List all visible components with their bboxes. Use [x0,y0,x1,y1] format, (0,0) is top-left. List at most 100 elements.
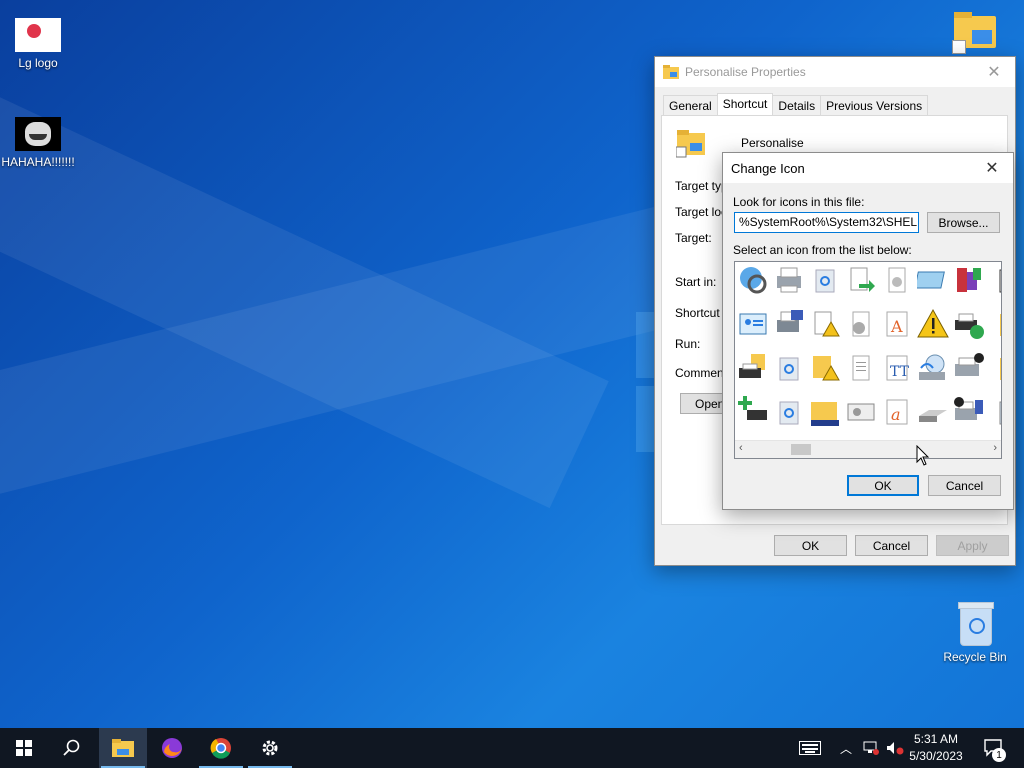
clock-time: 5:31 AM [913,732,959,746]
file-explorer-icon [112,739,134,757]
printer-icon[interactable] [771,262,807,298]
scroll-thumb[interactable] [791,444,811,455]
opentype-font-icon[interactable]: a [879,394,915,430]
printer-folder-icon[interactable] [771,306,807,342]
desktop-icon-recycle-bin[interactable]: Recycle Bin [935,600,1015,664]
close-icon: ✕ [987,64,1001,81]
font-file-icon[interactable]: A [879,306,915,342]
taskbar-file-explorer[interactable] [99,728,147,768]
field-label-shortcut-key: Shortcut k [675,306,730,320]
start-button[interactable] [0,728,48,768]
change-icon-titlebar[interactable]: Change Icon ✕ [723,153,1013,183]
settings-window-icon[interactable] [843,394,879,430]
properties-cancel-button[interactable]: Cancel [855,535,928,556]
browse-button[interactable]: Browse... [927,212,1000,233]
recycle-bin-empty-icon[interactable] [807,262,843,298]
properties-close-button[interactable]: ✕ [973,57,1015,87]
search-button[interactable] [48,728,96,768]
shortcut-name: Personalise [741,136,804,150]
open-folder-icon[interactable] [807,394,843,430]
programs-icon[interactable] [951,262,987,298]
properties-titlebar[interactable]: Personalise Properties ✕ [655,57,1015,87]
printer-file-icon[interactable] [951,394,987,430]
icon-list-horizontal-scrollbar[interactable]: ‹ › [735,440,1001,458]
wallpaper-logo-pane [636,386,656,452]
change-icon-title: Change Icon [731,160,805,176]
icon-file-path-input[interactable]: %SystemRoot%\System32\SHELL32 [734,212,919,233]
field-label-run: Run: [675,337,701,351]
recycle-bin-icon [956,600,994,646]
desktop-icon-lg-logo[interactable]: Lg logo [0,18,78,70]
change-icon-cancel-button[interactable]: Cancel [928,475,1001,496]
field-label-start-in: Start in: [675,275,717,289]
properties-ok-button[interactable]: OK [774,535,847,556]
tab-shortcut[interactable]: Shortcut [716,93,774,117]
warning-icon[interactable] [915,306,951,342]
folder-warning-icon[interactable] [807,350,843,386]
notification-center-button[interactable]: 1 [978,728,1010,768]
network-drive-icon[interactable] [915,350,951,386]
partial-icon[interactable] [987,262,1001,298]
svg-text:a: a [891,405,901,424]
wallpaper-logo-pane [636,312,656,378]
system-file-icon[interactable] [879,262,915,298]
folder-shortcut-icon[interactable] [952,12,998,54]
settings-icon [262,740,278,756]
properties-title: Personalise Properties [685,65,806,79]
change-icon-dialog: Change Icon ✕ Look for icons in this fil… [722,152,1014,510]
control-panel-icon[interactable] [735,306,771,342]
volume-muted-icon [887,742,904,755]
printer-shared-icon[interactable] [951,350,987,386]
display-panel-icon[interactable] [915,262,951,298]
select-icon-label: Select an icon from the list below: [733,243,912,257]
shortcut-folder-icon [676,130,705,158]
drive-icon[interactable] [915,394,951,430]
field-label-target: Target: [675,231,712,245]
keyboard-tray-button[interactable] [794,728,826,768]
partial-icon[interactable] [987,394,1001,430]
close-icon: ✕ [985,160,999,177]
keyboard-icon [799,741,821,755]
firefox-icon [162,738,183,758]
troll-face-icon [15,117,61,151]
chevron-up-icon: ︿ [839,741,852,756]
scroll-left-icon[interactable]: ‹ [739,442,743,454]
taskbar-settings[interactable] [246,728,294,768]
warning-file-icon[interactable] [807,306,843,342]
taskbar-chrome[interactable] [197,728,245,768]
change-icon-ok-button[interactable]: OK [847,475,919,496]
properties-apply-button[interactable]: Apply [936,535,1009,556]
show-hidden-icons-button[interactable]: ︿ [838,728,854,768]
folder-shortcut-title-icon [663,65,679,79]
globe-search-icon[interactable] [735,262,771,298]
clock-date: 5/30/2023 [909,749,963,763]
recycle-bin-icon[interactable] [771,394,807,430]
icon-list[interactable]: A TT a ‹ › [734,261,1002,459]
desktop-icon-label: HAHAHA!!!!!!! [1,155,75,169]
chrome-icon [210,738,231,759]
partial-icon[interactable] [987,350,1001,386]
svg-text:TT: TT [890,364,910,380]
folder-printer-icon[interactable] [735,350,771,386]
start-icon [16,740,32,756]
settings-file-icon[interactable] [843,306,879,342]
partial-icon[interactable] [987,306,1001,342]
truetype-font-icon[interactable]: TT [879,350,915,386]
add-printer-icon[interactable] [735,394,771,430]
printer-default-icon[interactable] [951,306,987,342]
scroll-right-icon[interactable]: › [993,442,997,454]
lg-logo-icon [15,18,61,52]
change-icon-close-button[interactable]: ✕ [971,153,1013,183]
search-icon [63,739,80,756]
taskbar-clock[interactable]: 5:31 AM 5/30/2023 [904,731,968,765]
desktop-icon-hahaha[interactable]: HAHAHA!!!!!!! [0,117,78,169]
recycle-bin-full-icon[interactable] [771,350,807,386]
svg-text:A: A [890,317,903,336]
volume-tray-button[interactable] [884,728,906,768]
network-icon [863,741,879,755]
network-tray-button[interactable] [860,728,882,768]
text-document-icon[interactable] [843,350,879,386]
taskbar-firefox[interactable] [148,728,196,768]
desktop-icon-label: Lg logo [18,56,58,70]
document-move-icon[interactable] [843,262,879,298]
